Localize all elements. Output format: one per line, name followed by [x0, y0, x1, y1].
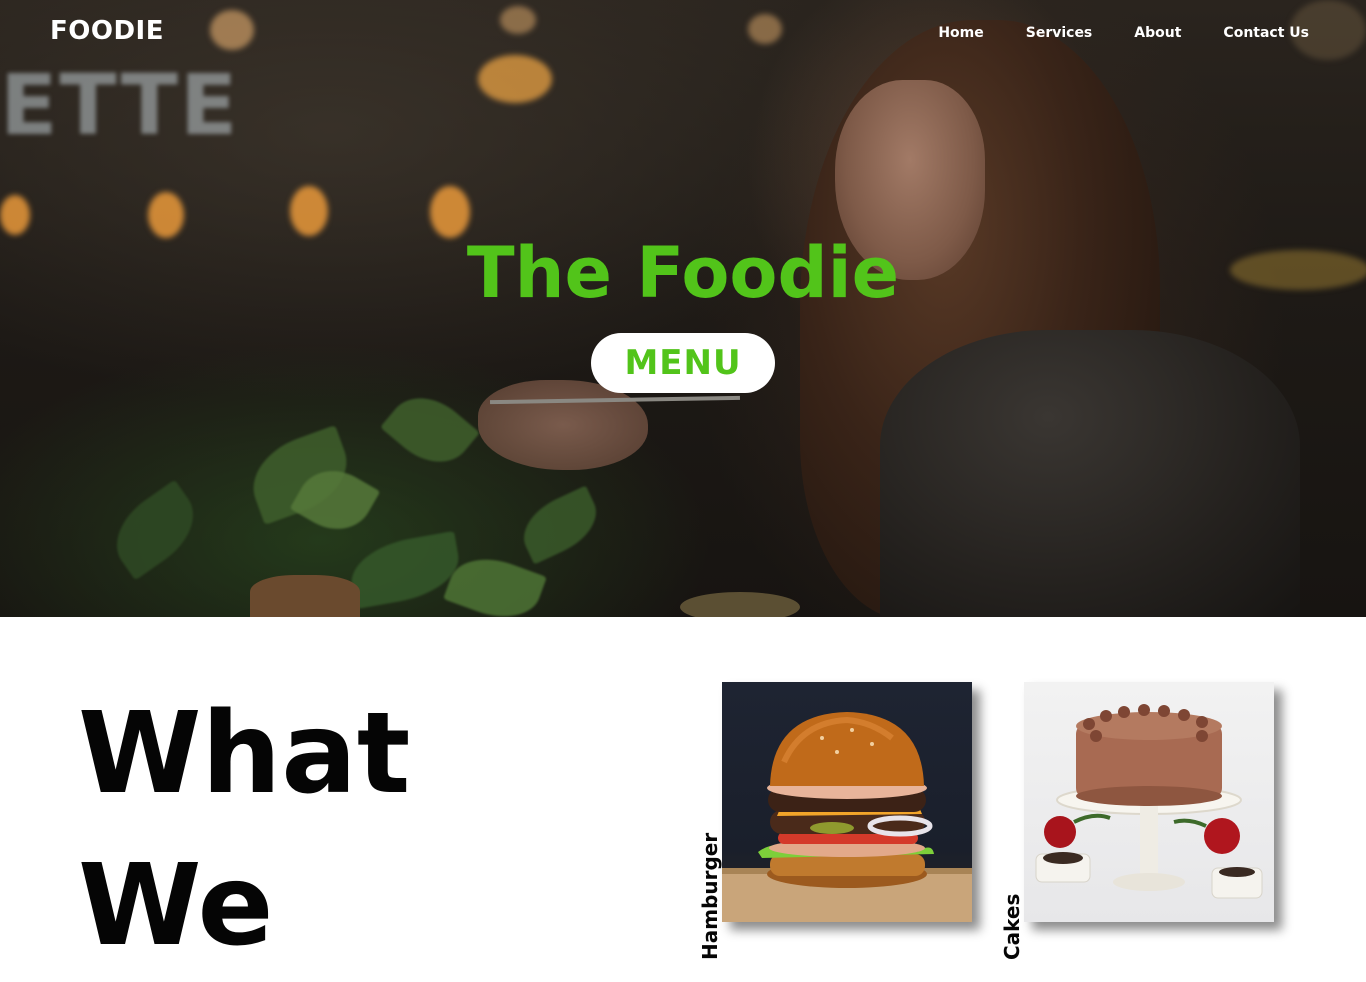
hero-section: ETTE FOODIE Home Services About Contact … [0, 0, 1366, 617]
cake-photo [1035, 704, 1263, 899]
hero-title: The Foodie [466, 232, 900, 314]
nav-home[interactable]: Home [938, 25, 983, 41]
woman-hand [478, 380, 648, 470]
bokeh-light [478, 55, 552, 103]
bokeh-light [290, 186, 328, 236]
menu-button[interactable]: MENU [591, 333, 775, 393]
neon-sign-text: ETTE [0, 56, 240, 154]
nav-about[interactable]: About [1134, 25, 1181, 41]
plant-leaf [100, 479, 210, 581]
bokeh-light [500, 6, 536, 34]
plant-leaf [380, 381, 480, 479]
services-heading-line1: What [78, 689, 411, 819]
service-card-cakes-label: Cakes [1000, 893, 1024, 960]
brand-logo[interactable]: FOODIE [50, 16, 164, 46]
nav-services[interactable]: Services [1026, 25, 1093, 41]
bokeh-light [0, 195, 30, 235]
services-heading: What We [78, 678, 410, 982]
main-nav: Home Services About Contact Us [896, 25, 1309, 41]
services-heading-line2: We [78, 841, 274, 971]
bokeh-light [210, 10, 254, 50]
woman-sweater [880, 330, 1300, 617]
plant-leaf [513, 485, 607, 565]
table-pot [250, 575, 360, 617]
bokeh-light [430, 186, 470, 238]
bokeh-light [748, 14, 782, 44]
burger-photo [722, 712, 972, 922]
nav-contact[interactable]: Contact Us [1223, 25, 1309, 41]
service-card-hamburger[interactable] [722, 682, 972, 922]
service-card-cakes[interactable] [1024, 682, 1274, 922]
table-dish [680, 592, 800, 617]
service-card-hamburger-label: Hamburger [698, 832, 722, 960]
